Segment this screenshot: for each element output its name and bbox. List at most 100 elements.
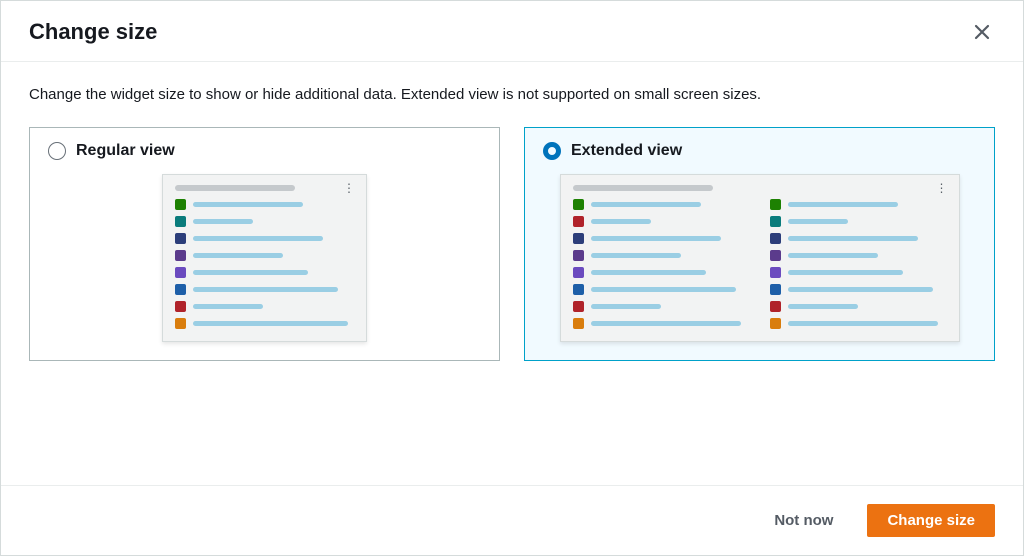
row-bar bbox=[193, 287, 338, 292]
option-header: Regular view bbox=[48, 142, 481, 160]
list-item bbox=[770, 267, 947, 278]
row-icon bbox=[573, 216, 584, 227]
row-icon bbox=[175, 216, 186, 227]
preview-panel: ⋮ bbox=[162, 174, 367, 342]
preview-titlebar: ⋮ bbox=[573, 185, 947, 191]
list-item bbox=[175, 199, 354, 210]
preview-panel: ⋮ bbox=[560, 174, 960, 342]
list-item bbox=[573, 284, 750, 295]
row-bar bbox=[193, 270, 308, 275]
preview-title-placeholder bbox=[175, 185, 295, 191]
list-item bbox=[573, 233, 750, 244]
row-icon bbox=[573, 250, 584, 261]
row-bar bbox=[591, 253, 681, 258]
row-icon bbox=[175, 318, 186, 329]
preview-columns bbox=[573, 199, 947, 329]
row-icon bbox=[175, 250, 186, 261]
row-bar bbox=[788, 321, 938, 326]
modal-body: Change the widget size to show or hide a… bbox=[1, 62, 1023, 485]
list-item bbox=[770, 318, 947, 329]
list-item bbox=[770, 250, 947, 261]
kebab-icon: ⋮ bbox=[343, 185, 354, 191]
option-label-regular: Regular view bbox=[76, 142, 175, 160]
row-bar bbox=[591, 270, 706, 275]
list-item bbox=[770, 216, 947, 227]
row-bar bbox=[591, 236, 721, 241]
change-size-button[interactable]: Change size bbox=[867, 504, 995, 537]
kebab-icon: ⋮ bbox=[936, 185, 947, 191]
not-now-button[interactable]: Not now bbox=[754, 504, 853, 537]
row-icon bbox=[770, 301, 781, 312]
row-icon bbox=[770, 318, 781, 329]
row-bar bbox=[788, 304, 858, 309]
row-icon bbox=[573, 284, 584, 295]
row-icon bbox=[573, 301, 584, 312]
row-bar bbox=[788, 287, 933, 292]
row-icon bbox=[175, 301, 186, 312]
preview-title-placeholder bbox=[573, 185, 713, 191]
row-bar bbox=[788, 270, 903, 275]
option-header: Extended view bbox=[543, 142, 976, 160]
close-button[interactable] bbox=[969, 19, 995, 45]
list-item bbox=[175, 250, 354, 261]
list-item bbox=[175, 233, 354, 244]
row-icon bbox=[770, 216, 781, 227]
row-icon bbox=[573, 199, 584, 210]
row-icon bbox=[573, 233, 584, 244]
row-bar bbox=[193, 304, 263, 309]
list-item bbox=[573, 267, 750, 278]
row-icon bbox=[573, 267, 584, 278]
list-item bbox=[770, 199, 947, 210]
list-item bbox=[770, 301, 947, 312]
list-item bbox=[175, 267, 354, 278]
option-extended-view[interactable]: Extended view ⋮ bbox=[524, 127, 995, 361]
change-size-modal: Change size Change the widget size to sh… bbox=[0, 0, 1024, 556]
row-bar bbox=[193, 219, 253, 224]
row-bar bbox=[788, 236, 918, 241]
radio-extended[interactable] bbox=[543, 142, 561, 160]
row-icon bbox=[573, 318, 584, 329]
row-bar bbox=[193, 236, 323, 241]
row-bar bbox=[193, 321, 348, 326]
row-bar bbox=[591, 321, 741, 326]
list-item bbox=[573, 250, 750, 261]
row-bar bbox=[591, 219, 651, 224]
row-bar bbox=[193, 253, 283, 258]
row-icon bbox=[175, 233, 186, 244]
modal-footer: Not now Change size bbox=[1, 485, 1023, 555]
row-bar bbox=[591, 202, 701, 207]
row-bar bbox=[788, 253, 878, 258]
view-options: Regular view ⋮ bbox=[29, 127, 995, 361]
list-item bbox=[573, 318, 750, 329]
row-bar bbox=[788, 202, 898, 207]
row-bar bbox=[591, 287, 736, 292]
row-icon bbox=[175, 199, 186, 210]
row-icon bbox=[770, 250, 781, 261]
modal-title: Change size bbox=[29, 19, 157, 45]
preview-regular: ⋮ bbox=[48, 174, 481, 342]
row-icon bbox=[175, 284, 186, 295]
list-item bbox=[573, 199, 750, 210]
preview-column bbox=[573, 199, 750, 329]
list-item bbox=[175, 318, 354, 329]
list-item bbox=[573, 301, 750, 312]
option-regular-view[interactable]: Regular view ⋮ bbox=[29, 127, 500, 361]
list-item bbox=[770, 233, 947, 244]
close-icon bbox=[973, 23, 991, 41]
row-icon bbox=[175, 267, 186, 278]
row-bar bbox=[591, 304, 661, 309]
row-bar bbox=[193, 202, 303, 207]
option-label-extended: Extended view bbox=[571, 142, 682, 160]
list-item bbox=[573, 216, 750, 227]
preview-titlebar: ⋮ bbox=[175, 185, 354, 191]
list-item bbox=[770, 284, 947, 295]
row-icon bbox=[770, 233, 781, 244]
modal-description: Change the widget size to show or hide a… bbox=[29, 86, 995, 103]
radio-regular[interactable] bbox=[48, 142, 66, 160]
preview-rows bbox=[175, 199, 354, 329]
preview-column bbox=[770, 199, 947, 329]
modal-header: Change size bbox=[1, 1, 1023, 62]
row-icon bbox=[770, 199, 781, 210]
row-icon bbox=[770, 284, 781, 295]
preview-extended: ⋮ bbox=[543, 174, 976, 342]
